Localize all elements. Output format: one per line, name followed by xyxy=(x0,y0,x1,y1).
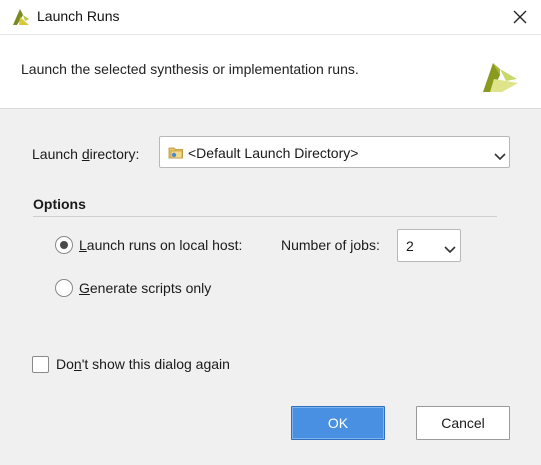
local-host-label[interactable]: Launch runs on local host: xyxy=(79,237,242,253)
dont-show-again-label[interactable]: Don't show this dialog again xyxy=(56,356,230,372)
close-icon xyxy=(513,10,527,24)
chevron-down-icon xyxy=(494,148,506,164)
number-of-jobs-label: Number of jobs: xyxy=(281,237,380,253)
window-title: Launch Runs xyxy=(37,8,120,24)
number-of-jobs-value: 2 xyxy=(406,238,414,254)
dialog-content: Launch directory: <Default Launch Direct… xyxy=(0,108,541,465)
generate-scripts-radio[interactable] xyxy=(55,279,73,297)
launch-directory-value: <Default Launch Directory> xyxy=(188,145,359,161)
launch-directory-label: Launch directory: xyxy=(32,146,140,162)
generate-scripts-label[interactable]: Generate scripts only xyxy=(79,280,211,296)
chevron-down-icon xyxy=(444,241,456,257)
ok-button[interactable]: OK xyxy=(291,406,385,440)
cancel-button[interactable]: Cancel xyxy=(416,406,510,440)
close-button[interactable] xyxy=(500,0,541,34)
options-divider xyxy=(33,216,497,217)
options-section-title: Options xyxy=(33,196,86,212)
launch-directory-select[interactable]: <Default Launch Directory> xyxy=(159,136,510,168)
local-host-radio[interactable] xyxy=(55,236,73,254)
radio-selected-dot xyxy=(60,241,68,249)
dont-show-again-checkbox[interactable] xyxy=(32,356,49,373)
title-bar: Launch Runs xyxy=(0,0,541,34)
vivado-logo-icon xyxy=(480,57,520,95)
number-of-jobs-select[interactable]: 2 xyxy=(397,229,461,262)
folder-icon xyxy=(168,145,184,163)
vivado-logo-icon xyxy=(11,7,31,27)
dialog-header: Launch the selected synthesis or impleme… xyxy=(0,34,541,108)
dialog-description: Launch the selected synthesis or impleme… xyxy=(21,61,359,77)
